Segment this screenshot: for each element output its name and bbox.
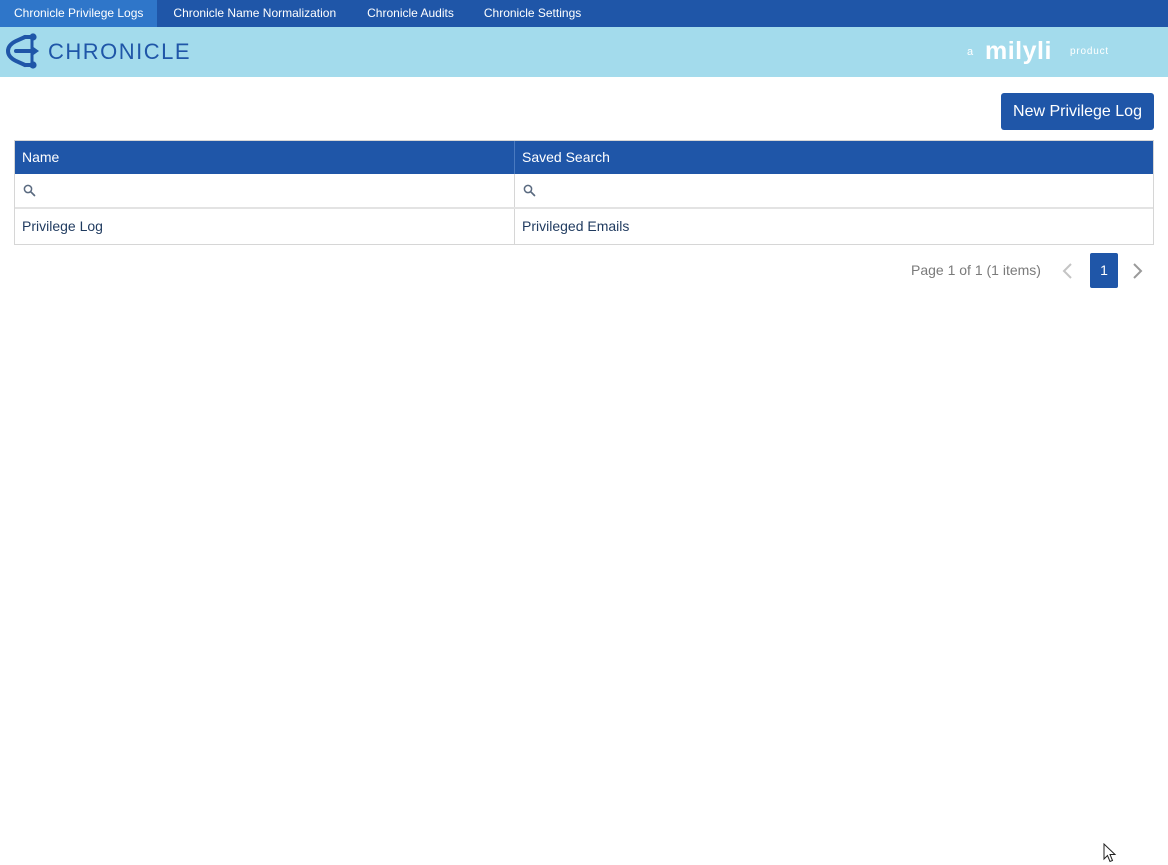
- tab-settings[interactable]: Chronicle Settings: [469, 0, 596, 27]
- filter-cell-saved-search: [515, 174, 1153, 207]
- filter-cell-name: [15, 174, 515, 207]
- name-filter-input[interactable]: [39, 178, 508, 204]
- grid-header: Name Saved Search: [15, 141, 1153, 174]
- table-row[interactable]: Privilege Log Privileged Emails: [15, 209, 1153, 244]
- brand-bar: CHRONICLE a milyli product: [0, 27, 1168, 77]
- filter-row: [15, 174, 1153, 209]
- column-header-name[interactable]: Name: [15, 141, 515, 174]
- mouse-cursor-icon: [1103, 842, 1117, 865]
- pager-info: Page 1 of 1 (1 items): [911, 262, 1041, 278]
- tab-privilege-logs[interactable]: Chronicle Privilege Logs: [0, 0, 158, 27]
- search-icon: [523, 184, 536, 202]
- new-privilege-log-button[interactable]: New Privilege Log: [1001, 93, 1154, 130]
- column-header-saved-search[interactable]: Saved Search: [515, 141, 1153, 174]
- page-button-current[interactable]: 1: [1090, 253, 1118, 288]
- chevron-left-icon[interactable]: [1058, 261, 1078, 286]
- saved-search-filter-input[interactable]: [539, 178, 1147, 204]
- pager: Page 1 of 1 (1 items) 1: [0, 253, 1168, 288]
- privilege-log-grid: Name Saved Search Privilege Log Privileg…: [14, 140, 1154, 245]
- chronicle-logo-icon: [2, 31, 40, 76]
- chronicle-logo-text: CHRONICLE: [48, 39, 192, 64]
- top-navigation: Chronicle Privilege Logs Chronicle Name …: [0, 0, 1168, 27]
- vendor-prefix: a: [967, 46, 974, 58]
- vendor-name: milyli: [985, 37, 1052, 65]
- tab-name-normalization[interactable]: Chronicle Name Normalization: [157, 0, 352, 27]
- tab-audits[interactable]: Chronicle Audits: [352, 0, 469, 27]
- row-name-cell[interactable]: Privilege Log: [15, 209, 515, 244]
- vendor-suffix: product: [1070, 46, 1109, 57]
- row-saved-search-cell[interactable]: Privileged Emails: [515, 209, 1153, 244]
- chevron-right-icon[interactable]: [1127, 261, 1147, 286]
- search-icon: [23, 184, 36, 202]
- milyli-product-logo: a milyli product: [966, 36, 1116, 70]
